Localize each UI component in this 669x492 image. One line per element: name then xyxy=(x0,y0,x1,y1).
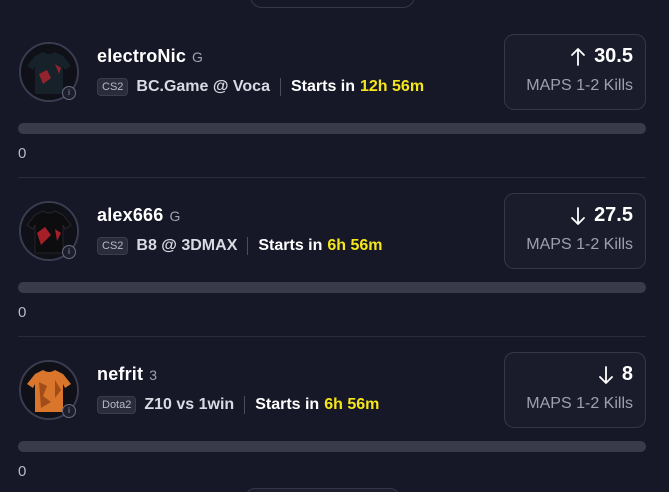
separator xyxy=(279,78,281,96)
game-tag: CS2 xyxy=(97,237,129,255)
info-icon[interactable]: i xyxy=(62,86,76,100)
game-tag: Dota2 xyxy=(97,396,137,414)
starts-label: Starts in xyxy=(290,78,355,95)
player-card[interactable]: i electroNic G CS2 BC.Game @ Voca Starts… xyxy=(0,20,669,178)
player-card[interactable]: i alex666 G CS2 B8 @ 3DMAX Starts in 6h … xyxy=(0,179,669,337)
top-filter-pill[interactable] xyxy=(250,0,415,8)
starts-label: Starts in xyxy=(255,396,320,413)
progress-count: 0 xyxy=(18,145,27,162)
starts-time: 12h 56m xyxy=(360,78,425,95)
line-value: 27.5 xyxy=(594,204,633,226)
match-name: Z10 vs 1win xyxy=(144,396,235,413)
game-tag: CS2 xyxy=(97,78,129,96)
player-rank: 3 xyxy=(149,367,157,383)
progress-track xyxy=(18,123,646,134)
progress-track xyxy=(18,282,646,293)
player-name[interactable]: electroNic xyxy=(97,46,186,67)
divider xyxy=(18,336,646,337)
separator xyxy=(244,396,246,414)
player-name[interactable]: nefrit xyxy=(97,364,143,385)
line-box[interactable]: 8 MAPS 1-2 Kills xyxy=(504,352,646,428)
info-icon[interactable]: i xyxy=(62,404,76,418)
arrow-down-icon xyxy=(570,206,586,226)
arrow-up-icon xyxy=(570,47,586,67)
progress-count: 0 xyxy=(18,463,27,480)
progress-count: 0 xyxy=(18,304,27,321)
separator xyxy=(247,237,249,255)
line-value: 30.5 xyxy=(594,45,633,67)
starts-label: Starts in xyxy=(258,237,323,254)
arrow-down-icon xyxy=(598,365,614,385)
match-name: BC.Game @ Voca xyxy=(136,78,270,95)
bottom-pill[interactable] xyxy=(245,488,400,492)
line-value: 8 xyxy=(621,363,633,385)
player-rank: G xyxy=(169,208,181,224)
line-box[interactable]: 30.5 MAPS 1-2 Kills xyxy=(504,34,646,110)
progress-track xyxy=(18,441,646,452)
player-card[interactable]: i nefrit 3 Dota2 Z10 vs 1win Starts in 6… xyxy=(0,338,669,492)
line-box[interactable]: 27.5 MAPS 1-2 Kills xyxy=(504,193,646,269)
starts-time: 6h 56m xyxy=(324,396,380,413)
match-name: B8 @ 3DMAX xyxy=(136,237,238,254)
info-icon[interactable]: i xyxy=(62,245,76,259)
starts-time: 6h 56m xyxy=(327,237,383,254)
divider xyxy=(18,177,646,178)
line-stat: MAPS 1-2 Kills xyxy=(526,236,633,253)
player-name[interactable]: alex666 xyxy=(97,205,163,226)
player-props-list: i electroNic G CS2 BC.Game @ Voca Starts… xyxy=(0,0,669,492)
player-rank: G xyxy=(192,49,203,65)
line-stat: MAPS 1-2 Kills xyxy=(526,77,633,94)
line-stat: MAPS 1-2 Kills xyxy=(526,395,633,412)
